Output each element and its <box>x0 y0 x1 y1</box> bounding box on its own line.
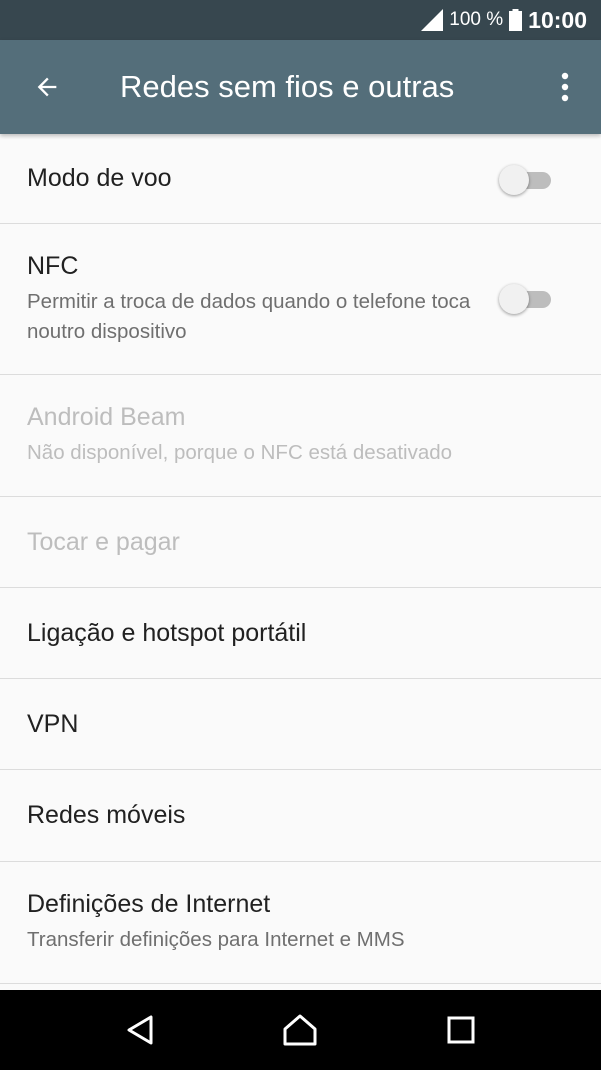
settings-list: Modo de voo NFC Permitir a troca de dado… <box>0 134 601 984</box>
vpn-label: VPN <box>27 709 79 738</box>
back-arrow-icon <box>37 77 57 97</box>
internet-settings-summary: Transferir definições para Internet e MM… <box>27 928 405 952</box>
internet-settings-label: Definições de Internet <box>27 890 271 919</box>
page-title: Redes sem fios e outras <box>120 69 455 104</box>
mobile-networks-item[interactable]: Redes móveis <box>0 770 601 862</box>
nav-home-button[interactable] <box>270 1000 330 1060</box>
android-beam-item: Android Beam Não disponível, porque o NF… <box>0 375 601 497</box>
home-icon <box>283 1014 317 1046</box>
nfc-label: NFC <box>27 251 79 280</box>
battery-percent: 100 % <box>449 9 504 30</box>
mobile-networks-label: Redes móveis <box>27 801 186 829</box>
tap-and-pay-label: Tocar e pagar <box>27 527 180 556</box>
more-options-button[interactable] <box>529 40 601 134</box>
signal-icon <box>421 9 444 31</box>
internet-settings-item[interactable]: Definições de Internet Transferir defini… <box>0 862 601 984</box>
back-triangle-icon <box>127 1015 153 1045</box>
tethering-hotspot-label: Ligação e hotspot portátil <box>27 618 307 647</box>
android-beam-summary: Não disponível, porque o NFC está desati… <box>27 441 453 465</box>
navigation-bar <box>0 990 601 1070</box>
android-beam-label: Android Beam <box>27 403 186 432</box>
nfc-toggle-switch[interactable] <box>499 281 555 317</box>
status-bar: 100 % 10:00 <box>0 0 601 40</box>
nav-recents-button[interactable] <box>431 1000 491 1060</box>
vpn-item[interactable]: VPN <box>0 679 601 770</box>
clock: 10:00 <box>528 6 587 33</box>
tethering-hotspot-item[interactable]: Ligação e hotspot portátil <box>0 588 601 679</box>
airplane-mode-label: Modo de voo <box>27 164 172 192</box>
airplane-mode-item[interactable]: Modo de voo <box>0 134 601 224</box>
battery-icon <box>509 9 523 31</box>
tap-and-pay-item: Tocar e pagar <box>0 497 601 588</box>
nfc-summary: Permitir a troca de dados quando o telef… <box>27 289 471 343</box>
recents-icon <box>447 1016 475 1044</box>
airplane-mode-toggle[interactable] <box>499 162 555 198</box>
nav-back-button[interactable] <box>110 1000 170 1060</box>
back-button[interactable] <box>0 40 94 134</box>
more-options-icon <box>561 72 569 102</box>
app-bar: Redes sem fios e outras <box>0 40 601 134</box>
